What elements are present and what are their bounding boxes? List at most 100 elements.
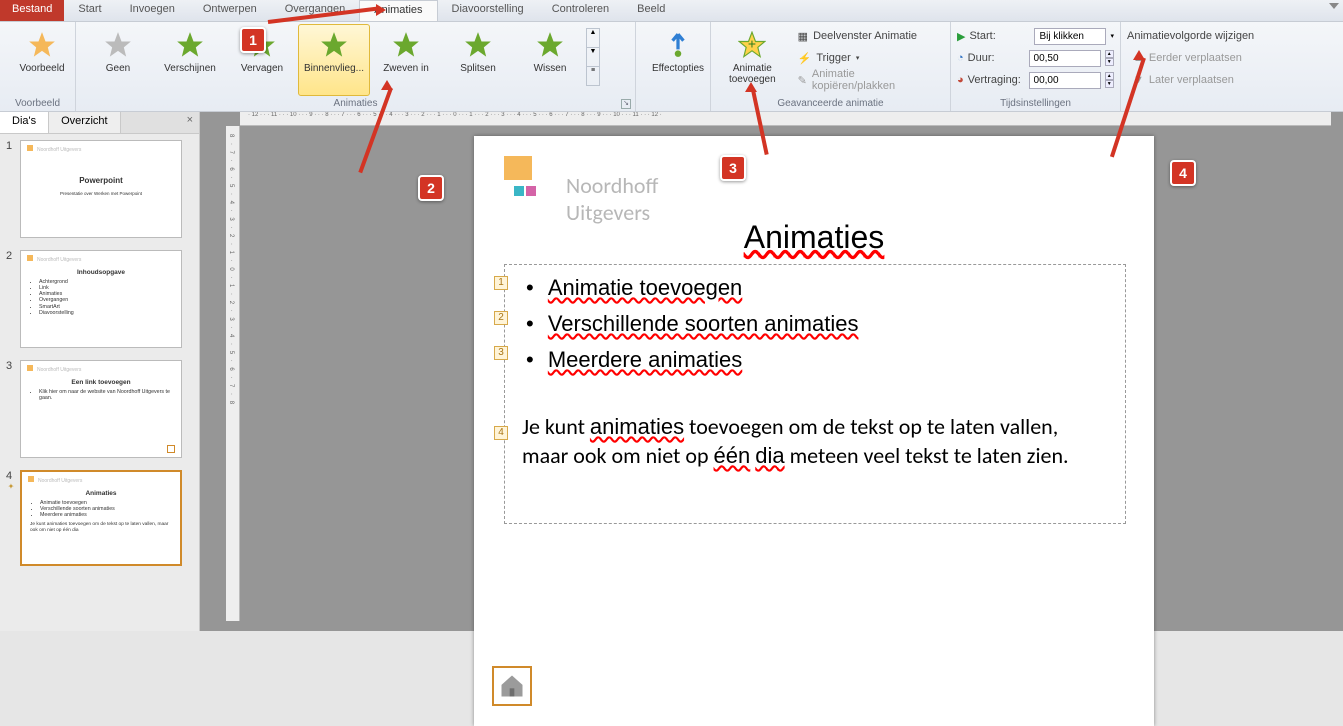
slide-thumb[interactable]: 4 ✦ Noordhoff Uitgevers Animaties Animat… (6, 470, 195, 566)
anim-tag[interactable]: 3 (494, 346, 508, 360)
wipe-star-icon (532, 29, 568, 61)
chevron-down-icon: ▾ (856, 54, 860, 62)
slide-panel-tabs: Dia's Overzicht × (0, 112, 199, 134)
slide-thumb[interactable]: 3 Noordhoff Uitgevers Een link toevoegen… (6, 360, 195, 458)
ribbon-group-animations: Geen Verschijnen Vervagen Binnenvlieg...… (76, 22, 636, 111)
delay-input[interactable] (1029, 72, 1101, 89)
callout-4: 4 (1170, 160, 1196, 186)
tab-outline[interactable]: Overzicht (49, 112, 120, 133)
menu-insert[interactable]: Invoegen (116, 0, 189, 21)
anim-flyin-label: Binnenvlieg... (304, 63, 364, 74)
tab-slides[interactable]: Dia's (0, 112, 49, 133)
editor-stage: · 12 · · · 11 · · · 10 · · · 9 · · · 8 ·… (200, 112, 1343, 631)
options-dropdown-icon[interactable] (1329, 3, 1339, 9)
appear-star-icon (172, 29, 208, 61)
ruler-horizontal: · 12 · · · 11 · · · 10 · · · 9 · · · 8 ·… (240, 112, 1331, 126)
chevron-down-icon[interactable]: ▾ (1110, 32, 1114, 40)
home-icon (167, 445, 175, 453)
none-star-icon (100, 29, 136, 61)
gallery-scroll[interactable]: ▲ ▼ ≡ (586, 28, 600, 86)
anim-none-label: Geen (106, 63, 130, 74)
anim-floatin-label: Zweven in (383, 63, 429, 74)
delay-spinner[interactable]: ▲▼ (1105, 72, 1114, 88)
split-star-icon (460, 29, 496, 61)
ribbon-group-advanced: + Animatie toevoegen ▦ Deelvenster Anima… (711, 22, 951, 111)
effect-options-icon (660, 29, 696, 61)
menu-design[interactable]: Ontwerpen (189, 0, 271, 21)
thumb-sub: Presentatie over Werken met Powerpoint (29, 191, 173, 196)
thumb-number: 1 (6, 140, 16, 238)
trigger-button[interactable]: ⚡ Trigger ▾ (792, 48, 944, 68)
thumb-number: 3 (6, 360, 16, 458)
move-later-button[interactable]: ▼ Later verplaatsen (1127, 70, 1337, 90)
menu-slideshow[interactable]: Diavoorstelling (438, 0, 538, 21)
thumb-bullets: Animatie toevoegen Verschillende soorten… (40, 500, 172, 518)
preview-star-icon (24, 29, 60, 61)
thumb-title: Inhoudsopgave (29, 269, 173, 276)
close-pane-icon[interactable]: × (181, 112, 199, 133)
animation-pane-button[interactable]: ▦ Deelvenster Animatie (792, 26, 944, 46)
svg-text:+: + (748, 36, 756, 52)
start-select[interactable] (1034, 28, 1106, 45)
menu-start[interactable]: Start (64, 0, 115, 21)
anim-tag[interactable]: 1 (494, 276, 508, 290)
delay-label: Vertraging: (968, 74, 1025, 86)
duration-input[interactable] (1029, 50, 1101, 67)
timing-group-caption: Tijdsinstellingen (951, 98, 1120, 109)
ribbon-group-preview: Voorbeeld Voorbeeld (0, 22, 76, 111)
preview-button[interactable]: Voorbeeld (6, 24, 78, 96)
callout-2: 2 (418, 175, 444, 201)
slide-thumb[interactable]: 2 Noordhoff Uitgevers Inhoudsopgave Acht… (6, 250, 195, 348)
anim-group-dialog-launcher[interactable]: ↘ (621, 99, 631, 109)
home-icon (498, 672, 526, 700)
animation-pane-label: Deelvenster Animatie (813, 30, 917, 42)
effect-options-button[interactable]: Effectopties (642, 24, 714, 96)
move-earlier-button[interactable]: ▲ Eerder verplaatsen (1127, 48, 1337, 68)
anim-fade-label: Vervagen (241, 63, 283, 74)
menu-review[interactable]: Controleren (538, 0, 623, 21)
home-shape[interactable] (492, 666, 532, 706)
anim-none[interactable]: Geen (82, 24, 154, 96)
effect-options-label: Effectopties (652, 63, 704, 74)
move-later-label: Later verplaatsen (1149, 74, 1234, 86)
add-animation-icon: + (734, 29, 770, 61)
anim-group-caption: Animaties (76, 98, 635, 109)
menu-file[interactable]: Bestand (0, 0, 64, 21)
ruler-vertical: 8 · 7 · 6 · 5 · 4 · 3 · 2 · 1 · 0 · 1 · … (226, 126, 240, 621)
animation-painter-button[interactable]: ✎ Animatie kopiëren/plakken (792, 70, 944, 90)
move-earlier-label: Eerder verplaatsen (1149, 52, 1242, 64)
preview-group-caption: Voorbeeld (0, 98, 75, 109)
slide-thumb[interactable]: 1 Noordhoff Uitgevers Powerpoint Present… (6, 140, 195, 238)
flyin-star-icon (316, 29, 352, 61)
start-play-icon: ▶ (957, 30, 965, 43)
delay-clock-icon: ◕ (957, 74, 964, 86)
callout-1: 1 (240, 27, 266, 53)
callout-3: 3 (720, 155, 746, 181)
anim-flyin[interactable]: Binnenvlieg... (298, 24, 370, 96)
thumb-number: 4 (6, 470, 16, 482)
anim-split[interactable]: Splitsen (442, 24, 514, 96)
ribbon-group-timing: ▶ Start: ▾ ◔ Duur: ▲▼ ◕ Vertraging: ▲▼ T… (951, 22, 1121, 111)
slide-logo-text: Noordhoff Uitgevers (566, 172, 658, 226)
anim-wipe[interactable]: Wissen (514, 24, 586, 96)
trigger-icon: ⚡ (798, 52, 812, 65)
start-label: Start: (969, 30, 1030, 42)
anim-tag[interactable]: 4 (494, 426, 508, 440)
ribbon-group-reorder: Animatievolgorde wijzigen ▲ Eerder verpl… (1121, 22, 1343, 111)
anim-appear[interactable]: Verschijnen (154, 24, 226, 96)
slide-logo: Noordhoff Uitgevers (504, 156, 532, 185)
slide-canvas[interactable]: Noordhoff Uitgevers Animaties 1 2 3 4 An… (474, 136, 1154, 726)
anim-tag[interactable]: 2 (494, 311, 508, 325)
menu-view[interactable]: Beeld (623, 0, 679, 21)
preview-label: Voorbeeld (19, 63, 64, 74)
selection-box (504, 264, 1126, 524)
thumb-title: Animaties (30, 490, 172, 497)
duration-label: Duur: (968, 52, 1025, 64)
anim-split-label: Splitsen (460, 63, 496, 74)
slide-panel: Dia's Overzicht × 1 Noordhoff Uitgevers … (0, 112, 200, 631)
thumb-anim-icon: ✦ (8, 482, 15, 491)
duration-spinner[interactable]: ▲▼ (1105, 50, 1114, 66)
thumb-bullets: Klik hier om naar de website van Noordho… (39, 389, 173, 401)
painter-label: Animatie kopiëren/plakken (812, 68, 938, 92)
reorder-title: Animatievolgorde wijzigen (1127, 26, 1337, 46)
